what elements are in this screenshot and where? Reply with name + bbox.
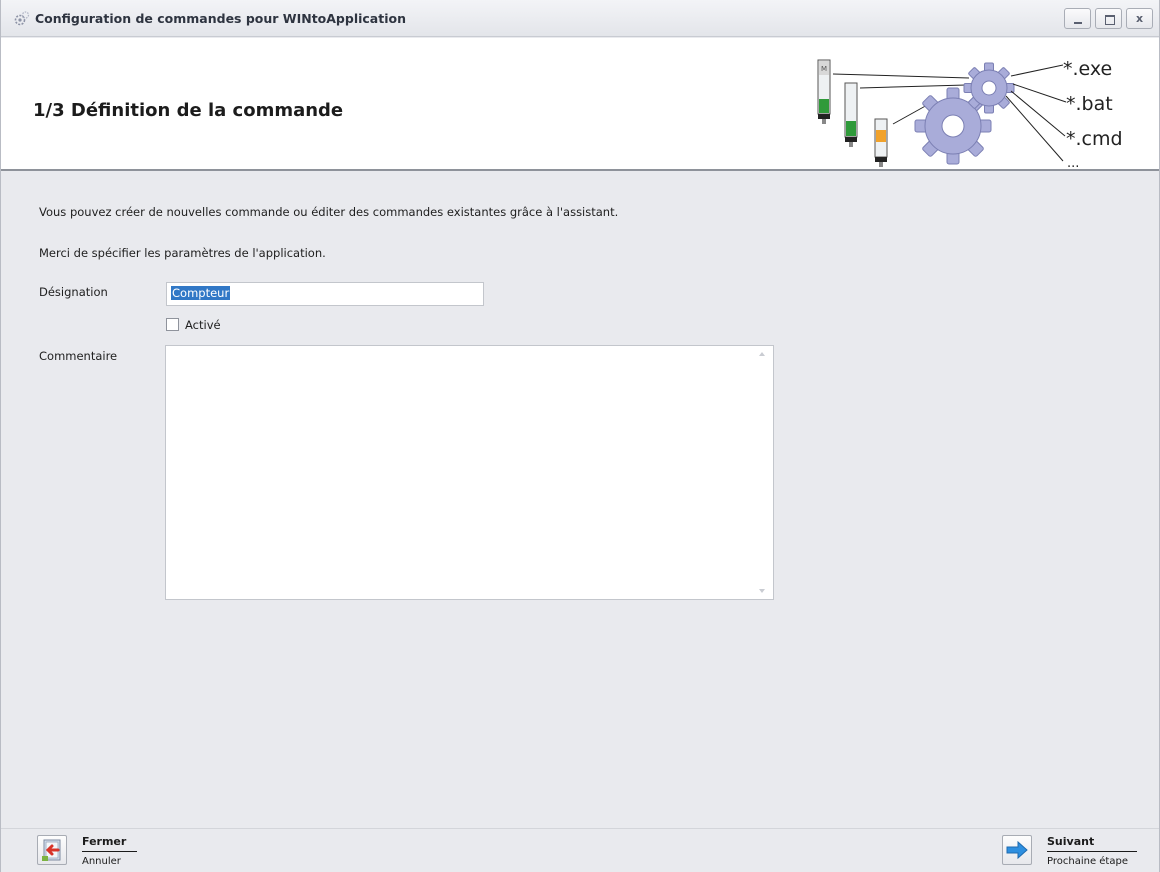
active-label[interactable]: Activé bbox=[185, 318, 221, 332]
maximize-button[interactable] bbox=[1095, 8, 1122, 29]
instruction-text: Merci de spécifier les paramètres de l'a… bbox=[39, 246, 326, 260]
close-button-sublabel: Annuler bbox=[82, 856, 121, 867]
extension-bat: *.bat bbox=[1066, 93, 1113, 115]
close-door-icon[interactable] bbox=[37, 835, 67, 865]
extension-cmd: *.cmd bbox=[1066, 128, 1123, 150]
stack-light-icon: M bbox=[817, 59, 831, 124]
wizard-content: Vous pouvez créer de nouvelles commande … bbox=[1, 173, 1159, 825]
arrow-right-icon[interactable] bbox=[1002, 835, 1032, 865]
designation-input[interactable]: Compteur bbox=[166, 282, 484, 306]
intro-text: Vous pouvez créer de nouvelles commande … bbox=[39, 205, 619, 219]
designation-label: Désignation bbox=[39, 285, 108, 299]
comment-textarea[interactable] bbox=[165, 345, 774, 600]
stack-light-label: M bbox=[821, 65, 827, 73]
extension-exe: *.exe bbox=[1063, 58, 1112, 80]
wizard-window: Configuration de commandes pour WINtoApp… bbox=[0, 0, 1160, 872]
close-button-label: Fermer bbox=[82, 835, 127, 848]
extension-more: ... bbox=[1067, 156, 1079, 171]
gear-icon bbox=[963, 62, 1015, 114]
scroll-down-icon[interactable] bbox=[759, 589, 765, 593]
title-bar[interactable]: Configuration de commandes pour WINtoApp… bbox=[1, 0, 1159, 37]
minimize-button[interactable] bbox=[1064, 8, 1091, 29]
wizard-illustration: M *.exe *.bat *.cmd ... bbox=[817, 58, 1123, 171]
next-button-sublabel: Prochaine étape bbox=[1047, 856, 1128, 867]
window-controls: x bbox=[1064, 8, 1153, 29]
comment-label: Commentaire bbox=[39, 349, 118, 363]
designation-value: Compteur bbox=[171, 286, 231, 300]
stack-light-icon bbox=[874, 118, 888, 167]
close-window-button[interactable]: x bbox=[1126, 8, 1153, 29]
scroll-up-icon[interactable] bbox=[759, 352, 765, 356]
next-button-label: Suivant bbox=[1047, 835, 1095, 848]
active-checkbox[interactable] bbox=[166, 318, 179, 331]
gear-icon bbox=[14, 11, 30, 26]
page-title: 1/3 Définition de la commande bbox=[33, 100, 344, 121]
stack-light-icon bbox=[844, 82, 858, 147]
wizard-footer: Fermer Annuler Suivant Prochaine étape bbox=[1, 828, 1159, 872]
wizard-header: 1/3 Définition de la commande M *.exe *.… bbox=[1, 38, 1159, 171]
window-title: Configuration de commandes pour WINtoApp… bbox=[35, 11, 406, 26]
